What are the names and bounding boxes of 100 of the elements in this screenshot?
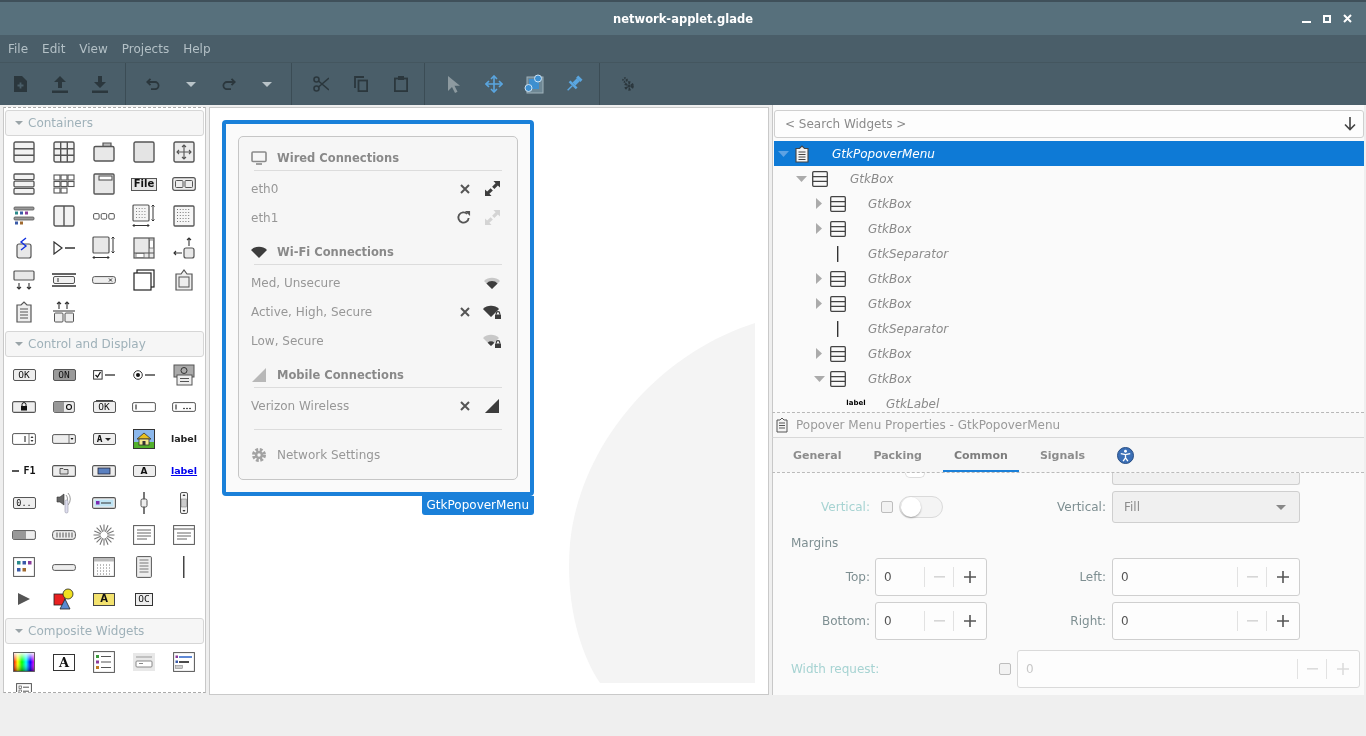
horizontal-bar-icon[interactable] xyxy=(52,563,76,571)
minimize-icon[interactable] xyxy=(1302,20,1311,24)
tree-item[interactable]: GtkBox xyxy=(868,346,912,361)
shapes-icon[interactable] xyxy=(53,588,75,610)
down-arrow-icon[interactable] xyxy=(1344,117,1356,131)
connection-label[interactable]: Med, Unsecure xyxy=(251,275,341,290)
search-field[interactable]: < Search Widgets > xyxy=(774,110,1364,138)
app-chooser-icon[interactable] xyxy=(92,497,116,509)
close-icon[interactable] xyxy=(460,400,470,411)
color-button-icon[interactable] xyxy=(92,465,116,477)
chevron-box-icon[interactable] xyxy=(16,237,32,259)
calendar-icon[interactable] xyxy=(93,557,115,577)
label-icon[interactable]: label xyxy=(170,434,198,444)
frame-icon[interactable] xyxy=(133,141,155,163)
drop-box-icon[interactable] xyxy=(13,270,35,290)
tree-view-icon[interactable] xyxy=(173,525,195,545)
connection-label[interactable]: eth1 xyxy=(251,210,279,225)
box-icon[interactable] xyxy=(13,141,35,163)
combo-text-icon[interactable]: A xyxy=(92,433,116,445)
connection-label[interactable]: Active, High, Secure xyxy=(251,304,373,319)
spin-button-icon[interactable] xyxy=(12,433,36,445)
vertical-slider-icon[interactable] xyxy=(140,492,148,514)
number-field[interactable]: 0 xyxy=(1112,602,1300,640)
checkbox[interactable] xyxy=(881,501,893,513)
recent-list-icon[interactable] xyxy=(173,652,195,672)
toolbar-icon[interactable] xyxy=(13,206,35,226)
link-label-icon[interactable]: label xyxy=(170,466,198,476)
window-icon[interactable] xyxy=(93,173,115,195)
plus-icon[interactable] xyxy=(1277,571,1289,583)
key-label-icon[interactable]: OC xyxy=(135,592,153,606)
arrow-icon[interactable] xyxy=(18,593,30,605)
icon-view-icon[interactable] xyxy=(13,557,35,577)
text-view-icon[interactable] xyxy=(133,525,155,545)
tree-item[interactable]: GtkBox xyxy=(868,371,912,386)
check-button-icon[interactable] xyxy=(93,370,115,380)
plus-icon[interactable] xyxy=(964,615,976,627)
tree-item[interactable]: GtkSeparator xyxy=(868,321,949,336)
connection-label[interactable]: Low, Secure xyxy=(251,333,324,348)
menu-bar-icon[interactable]: File xyxy=(130,177,158,191)
volume-icon[interactable] xyxy=(56,492,72,514)
number-field[interactable]: 0 xyxy=(1112,558,1300,596)
search-bar-icon[interactable] xyxy=(92,276,116,284)
number-field[interactable]: 0 xyxy=(875,558,987,596)
tree-item[interactable]: GtkBox xyxy=(868,296,912,311)
move-square-icon[interactable] xyxy=(173,141,195,163)
grid-icon[interactable] xyxy=(53,141,75,163)
tree-item[interactable]: GtkSeparator xyxy=(868,246,949,261)
tree-item[interactable]: GtkBox xyxy=(850,171,894,186)
tree-item[interactable]: GtkBox xyxy=(868,196,912,211)
close-icon[interactable] xyxy=(460,306,470,317)
spinner-icon[interactable] xyxy=(93,524,115,546)
paned-icon[interactable] xyxy=(53,205,75,227)
caret-icon[interactable] xyxy=(262,81,272,87)
toggle-button-icon[interactable]: ON xyxy=(52,369,76,381)
scrollbar-icon[interactable] xyxy=(180,492,188,514)
menu-button-icon[interactable] xyxy=(173,364,195,386)
radio-button-icon[interactable] xyxy=(133,370,155,380)
image-icon[interactable] xyxy=(133,429,155,449)
entry-icon[interactable] xyxy=(132,402,156,412)
three-squares-icon[interactable] xyxy=(93,212,115,220)
tab[interactable]: General xyxy=(782,438,853,472)
palette-section-header[interactable]: Containers xyxy=(5,110,204,136)
menu-item-button-icon[interactable]: OK xyxy=(92,401,116,413)
menu-item[interactable]: View xyxy=(79,41,108,56)
list-box-icon[interactable] xyxy=(13,173,35,195)
viewport-icon[interactable] xyxy=(132,204,156,228)
toggle-switch[interactable] xyxy=(899,496,943,518)
align-icon[interactable] xyxy=(524,74,544,94)
lock-button-icon[interactable] xyxy=(12,401,36,413)
menu-item[interactable]: Edit xyxy=(42,41,66,56)
palette-section-header[interactable]: Composite Widgets xyxy=(5,618,204,644)
button-box-icon[interactable] xyxy=(172,177,196,191)
vertical-line-icon[interactable] xyxy=(183,556,185,578)
switch-icon[interactable] xyxy=(53,401,75,413)
tree-item[interactable]: GtkBox xyxy=(868,221,912,236)
plus-icon[interactable] xyxy=(1277,615,1289,627)
move-icon[interactable] xyxy=(485,75,503,93)
menu-item[interactable]: Help xyxy=(183,41,211,56)
scrolled-window-icon[interactable] xyxy=(133,237,155,259)
level-bar-icon[interactable] xyxy=(52,530,76,540)
status-bar-icon[interactable] xyxy=(52,273,76,287)
maximize-icon[interactable] xyxy=(1323,14,1331,23)
popover-icon[interactable] xyxy=(175,269,193,291)
dropdown[interactable]: Fill xyxy=(1112,491,1300,523)
password-entry-icon[interactable] xyxy=(172,402,196,412)
stack-icon[interactable] xyxy=(133,269,155,291)
button-widget-icon[interactable]: OK xyxy=(12,369,36,381)
tree-item[interactable]: GtkBox xyxy=(868,271,912,286)
overlay-icon[interactable] xyxy=(173,237,195,259)
checkbox[interactable] xyxy=(999,663,1011,675)
list-icon[interactable] xyxy=(93,651,115,673)
folder-button-icon[interactable] xyxy=(52,465,76,477)
action-bar-icon[interactable] xyxy=(53,301,75,323)
tab[interactable]: Packing xyxy=(862,438,933,472)
font-chooser-icon[interactable]: A xyxy=(53,653,75,671)
expander-icon[interactable] xyxy=(53,241,75,255)
scale-button-icon[interactable]: 0.. xyxy=(12,497,36,509)
tab[interactable]: Signals xyxy=(1028,438,1096,472)
dotted-grid-icon[interactable] xyxy=(173,205,195,227)
plus-icon[interactable] xyxy=(964,571,976,583)
